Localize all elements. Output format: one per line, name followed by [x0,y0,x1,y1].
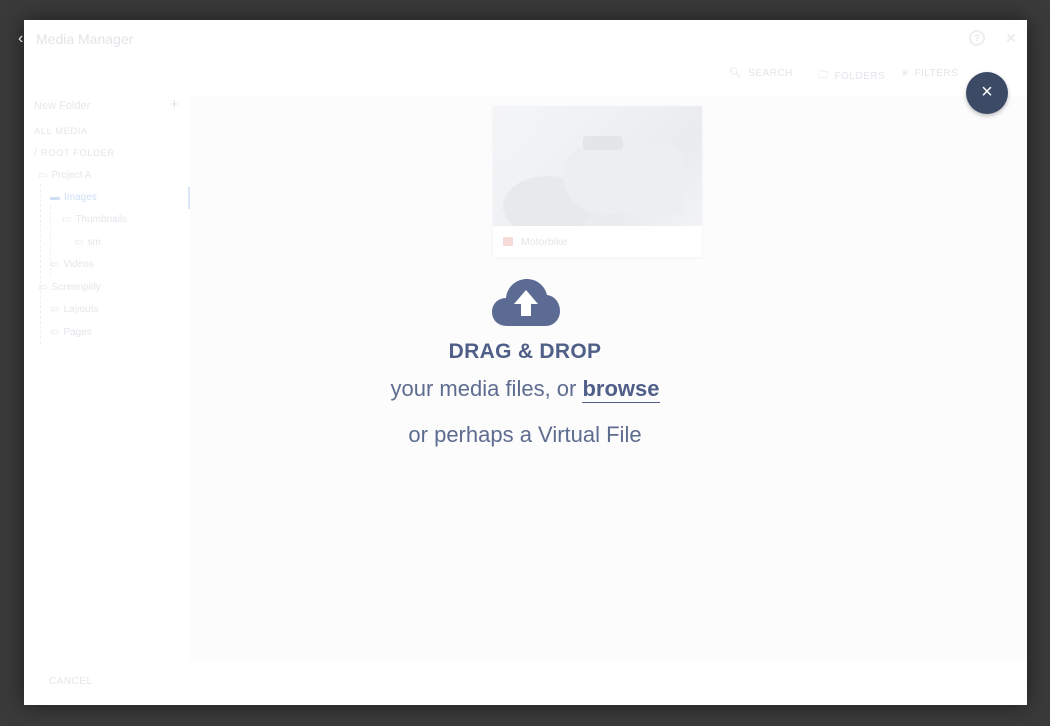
folder-icon: ▭ [62,214,72,225]
folder-icon: ▭ [38,170,48,181]
sidebar-item-label: Videos [63,259,94,270]
sidebar-item-label: Images [64,192,97,203]
question-circle-icon[interactable]: ? [969,30,985,46]
browse-link[interactable]: browse [582,376,660,403]
sidebar-item-videos[interactable]: ▭ Videos [50,259,94,270]
tree-guide [40,184,41,344]
close-icon[interactable]: ✕ [1003,30,1019,46]
sidebar-item-all-media[interactable]: ALL MEDIA [34,126,88,137]
folders-button[interactable]: 🗀︎ FOLDERS [818,68,885,85]
folder-icon: ▭ [74,237,84,248]
sidebar-item-images[interactable]: ▬ Images [50,192,97,203]
sidebar-item-label: ROOT FOLDER [40,148,115,159]
sliders-icon: ≡ [902,68,909,79]
sidebar-item-label: ALL MEDIA [34,126,88,137]
new-folder-input[interactable]: New Folder [34,100,90,112]
folder-icon: ▭ [50,259,60,270]
media-thumbnail[interactable] [493,106,702,226]
folder-icon: 🗀︎ [818,70,829,81]
folder-open-icon: ▬ [50,192,60,203]
chevron-icon: / [34,148,37,159]
virtual-file-link[interactable]: or perhaps a Virtual File [0,422,1050,448]
thumbnail-shape [583,136,623,150]
cloud-upload-icon [492,279,560,326]
folder-icon: ▭ [50,327,60,338]
search-label: SEARCH [748,68,793,79]
back-arrow-icon[interactable]: ‹ [18,30,23,48]
sidebar-item-sm[interactable]: ▭ sm [74,237,101,248]
folder-icon: ▭ [50,304,60,315]
add-folder-icon[interactable]: + [170,96,179,113]
sidebar-item-label: Thumbnails [75,214,128,225]
sidebar-item-label: sm [87,237,101,248]
search-button[interactable]: 🔍︎ SEARCH [729,68,793,79]
sidebar-item-label: Layouts [63,304,99,315]
sidebar-item-label: Project A [51,170,92,181]
sidebar-item-label: Screenplify [51,282,101,293]
modal-title: Media Manager [36,31,134,47]
cancel-button[interactable]: CANCEL [49,676,93,687]
sidebar-item-root-folder[interactable]: / ROOT FOLDER [34,148,115,159]
filters-button[interactable]: ≡ FILTERS [902,68,958,79]
image-file-icon [503,237,513,246]
drop-instruction: your media files, or browse [0,376,1050,403]
folders-label: FOLDERS [834,71,886,82]
media-name: Motorbike [521,235,568,248]
sidebar-item-layouts[interactable]: ▭ Layouts [50,304,98,315]
sidebar-item-screenplify[interactable]: ▭ Screenplify [38,282,101,293]
media-card[interactable]: Motorbike [493,106,702,257]
filters-label: FILTERS [914,68,959,79]
media-card-footer: Motorbike [493,226,702,257]
drop-instruction-text: your media files, or [390,376,583,401]
sidebar-item-pages[interactable]: ▭ Pages [50,327,92,338]
drag-drop-headline: DRAG & DROP [448,340,602,363]
sidebar-item-thumbnails[interactable]: ▭ Thumbnails [62,214,127,225]
sidebar-item-project-a[interactable]: ▭ Project A [38,170,91,181]
search-icon: 🔍︎ [729,68,743,79]
thumbnail-shape [563,144,683,214]
folder-icon: ▭ [38,282,48,293]
close-overlay-button[interactable]: × [966,72,1008,114]
title-bar: ‹ Media Manager ? ✕ [18,20,1027,60]
sidebar-item-label: Pages [63,327,92,338]
toolbar: 🔍︎ SEARCH 🗀︎ FOLDERS ≡ FILTERS [24,68,1027,88]
